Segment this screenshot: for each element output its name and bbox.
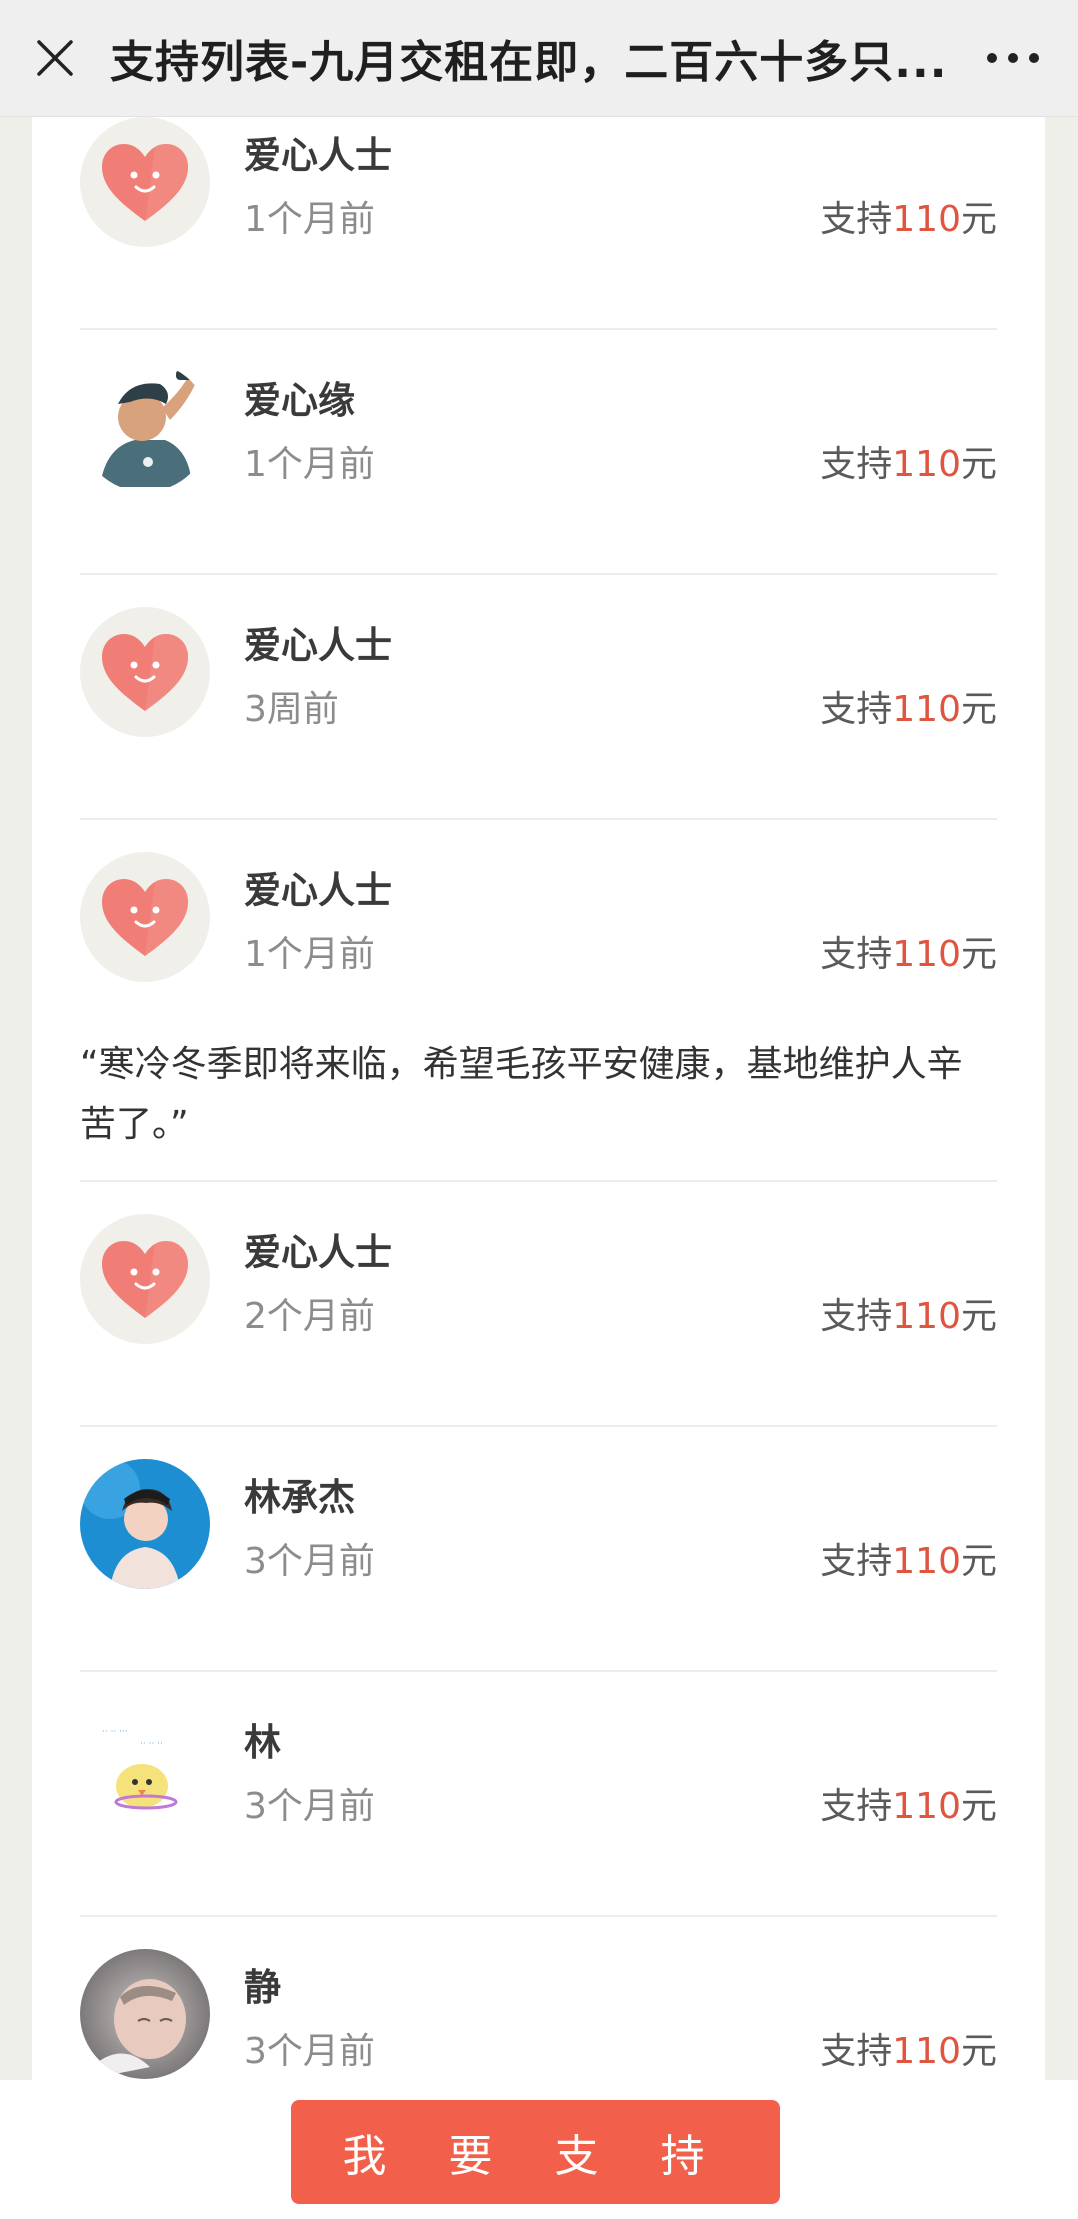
- amount-suffix: 元: [960, 199, 997, 240]
- support-button[interactable]: 我 要 支 持: [291, 2100, 780, 2204]
- support-time: 1个月前: [244, 444, 375, 485]
- supporter-item: 静 3个月前 支持110元: [80, 1917, 997, 2080]
- amount-suffix: 元: [960, 444, 997, 485]
- supporter-name: 静: [244, 1966, 281, 2009]
- illustrated-man-icon: [80, 362, 210, 492]
- avatar: [80, 852, 210, 982]
- amount-prefix: 支持: [820, 689, 893, 730]
- more-button[interactable]: [948, 0, 1078, 117]
- support-time: 3个月前: [244, 1786, 375, 1827]
- amount-prefix: 支持: [820, 444, 893, 485]
- woman-photo-icon: [80, 1459, 210, 1589]
- amount-value: 110: [892, 2031, 961, 2072]
- support-message: “寒冷冬季即将来临，希望毛孩平安健康，基地维护人辛苦了。”: [80, 1044, 963, 1145]
- supporter-item: 爱心人士 2个月前 支持110元: [80, 1182, 997, 1427]
- supporter-list-panel: 爱心人士 1个月前 支持110元 爱心缘 1个月前 支持110元 爱心人士 3周前 支持110元…: [32, 117, 1045, 2080]
- amount-value: 110: [892, 1541, 961, 1582]
- top-bar: 支持列表-九月交租在即，二百六十多只...: [0, 0, 1078, 117]
- svg-text:·· ·· ···: ·· ·· ···: [102, 1727, 128, 1737]
- support-amount: 支持110元: [820, 1777, 997, 1829]
- avatar: [80, 607, 210, 737]
- svg-text:·· ·· ··: ·· ·· ··: [140, 1739, 163, 1749]
- supporter-item: 爱心人士 1个月前 支持110元 “寒冷冬季即将来临，希望毛孩平安健康，基地维护人辛苦…: [80, 820, 997, 1182]
- amount-prefix: 支持: [820, 1541, 893, 1582]
- supporter-name: 爱心人士: [244, 624, 392, 667]
- amount-value: 110: [892, 199, 961, 240]
- amount-value: 110: [892, 689, 961, 730]
- support-amount: 支持110元: [820, 925, 997, 977]
- support-amount: 支持110元: [820, 435, 997, 487]
- supporter-name: 爱心人士: [244, 134, 392, 177]
- amount-suffix: 元: [960, 689, 997, 730]
- avatar: [80, 1949, 210, 2079]
- avatar: [80, 1214, 210, 1344]
- heart-avatar-icon: [102, 1241, 188, 1318]
- support-amount: 支持110元: [820, 680, 997, 732]
- close-icon: [37, 40, 73, 76]
- amount-value: 110: [892, 1296, 961, 1337]
- avatar: [80, 362, 210, 492]
- amount-prefix: 支持: [820, 934, 893, 975]
- avatar: ·· ·· ··· ·· ·· ··: [80, 1704, 210, 1834]
- supporter-item: 爱心人士 1个月前 支持110元: [80, 117, 997, 330]
- supporter-item: 林承杰 3个月前 支持110元: [80, 1427, 997, 1672]
- support-time: 3周前: [244, 689, 339, 730]
- amount-prefix: 支持: [820, 1786, 893, 1827]
- support-amount: 支持110元: [820, 190, 997, 242]
- cartoon-chick-icon: ·· ·· ··· ·· ·· ··: [80, 1704, 210, 1834]
- support-amount: 支持110元: [820, 1532, 997, 1584]
- support-time: 2个月前: [244, 1296, 375, 1337]
- supporter-name: 爱心缘: [244, 379, 355, 422]
- amount-suffix: 元: [960, 1541, 997, 1582]
- left-margin: [0, 117, 32, 2080]
- supporter-name: 爱心人士: [244, 869, 392, 912]
- baby-photo-icon: [80, 1949, 210, 2079]
- amount-prefix: 支持: [820, 2031, 893, 2072]
- support-time: 3个月前: [244, 1541, 375, 1582]
- support-amount: 支持110元: [820, 1287, 997, 1339]
- supporter-name: 林承杰: [244, 1476, 355, 1519]
- right-margin: [1045, 117, 1078, 2080]
- support-time: 3个月前: [244, 2031, 375, 2072]
- support-time: 1个月前: [244, 199, 375, 240]
- amount-value: 110: [892, 934, 961, 975]
- supporter-item: 爱心缘 1个月前 支持110元: [80, 330, 997, 575]
- amount-value: 110: [892, 444, 961, 485]
- supporter-name: 林: [244, 1721, 281, 1764]
- amount-suffix: 元: [960, 934, 997, 975]
- page-title: 支持列表-九月交租在即，二百六十多只...: [110, 37, 948, 88]
- more-icon: [987, 53, 1039, 63]
- amount-suffix: 元: [960, 2031, 997, 2072]
- amount-prefix: 支持: [820, 1296, 893, 1337]
- supporter-item: ·· ·· ··· ·· ·· ·· 林 3个月前 支持110元: [80, 1672, 997, 1917]
- avatar: [80, 117, 210, 247]
- amount-suffix: 元: [960, 1786, 997, 1827]
- close-button[interactable]: [0, 0, 110, 117]
- supporter-item: 爱心人士 3周前 支持110元: [80, 575, 997, 820]
- supporter-name: 爱心人士: [244, 1231, 392, 1274]
- amount-prefix: 支持: [820, 199, 893, 240]
- support-amount: 支持110元: [820, 2022, 997, 2074]
- amount-value: 110: [892, 1786, 961, 1827]
- heart-avatar-icon: [102, 144, 188, 221]
- heart-avatar-icon: [102, 879, 188, 956]
- support-time: 1个月前: [244, 934, 375, 975]
- bottom-bar: 我 要 支 持: [0, 2080, 1078, 2219]
- amount-suffix: 元: [960, 1296, 997, 1337]
- supporter-list: 爱心人士 1个月前 支持110元 爱心缘 1个月前 支持110元 爱心人士 3周前 支持110元…: [32, 117, 1045, 2080]
- heart-avatar-icon: [102, 634, 188, 711]
- avatar: [80, 1459, 210, 1589]
